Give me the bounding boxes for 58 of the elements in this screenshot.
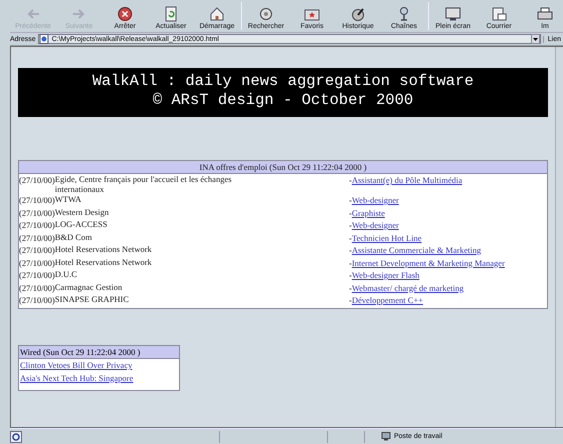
job-link[interactable]: Internet Development & Marketing Manager [352, 258, 505, 268]
bullet-dash: - [349, 220, 352, 230]
company-name: SINAPSE GRAPHIC [54, 294, 130, 306]
date-text: (27/10/00) [19, 232, 55, 244]
banner-text: © ARsT design - October 2000 [152, 91, 414, 110]
company-name: Western Design [54, 206, 110, 219]
date-text: (27/10/00) [19, 219, 55, 232]
bullet-dash: - [349, 175, 352, 185]
date-text: (27/10/00) [19, 174, 55, 187]
company-name: Hotel Reservations Network [54, 256, 153, 268]
search-icon [258, 6, 274, 22]
sundial-icon [350, 6, 366, 22]
date-text: (27/10/00) [19, 206, 55, 219]
company-name: D.U.C [54, 269, 78, 281]
date-text: (27/10/00) [19, 269, 55, 282]
bullet-dash: - [349, 232, 352, 242]
job-link[interactable]: Assistant(e) du Pôle Multimédia [352, 175, 462, 185]
bullet-dash: - [349, 295, 352, 305]
scrollbar[interactable] [555, 47, 563, 427]
company-name: LOG-ACCESS [54, 219, 108, 231]
date-text: (27/10/00) [19, 294, 55, 306]
news-link[interactable]: Asia's Next Tech Hub: Singapore [19, 372, 179, 384]
page-refresh-icon [163, 6, 179, 22]
company-name: Carmagnac Gestion [54, 282, 124, 294]
bullet-dash: - [349, 282, 352, 292]
bullet-dash: - [349, 245, 352, 255]
company-name: Egide, Centre français pour l'accueil et les échanges internationaux [54, 174, 233, 194]
bullet-dash: - [349, 208, 352, 218]
bullet-dash: - [349, 270, 352, 280]
company-name: WTWA [54, 194, 82, 206]
bullet-dash: - [349, 195, 352, 205]
table-header: INA offres d'emploi (Sun Oct 29 11:22:04 2000 ) [19, 161, 547, 174]
page-icon [38, 34, 49, 44]
job-link[interactable]: Webmaster/ chargé de marketing [352, 282, 464, 292]
date-text: (27/10/00) [19, 244, 55, 256]
browser-icon [10, 430, 22, 442]
printer-icon [537, 6, 553, 22]
monitor-icon [445, 6, 461, 22]
company-name: B&D Com [54, 232, 93, 244]
job-link[interactable]: Web-designer Flash [352, 270, 420, 280]
news-box-header: Wired (Sun Oct 29 11:22:04 2000 ) [19, 346, 179, 359]
banner-text: WalkAll : daily news aggregation software [91, 72, 475, 91]
job-link[interactable]: Assistante Commerciale & Marketing [352, 245, 481, 255]
computer-icon [381, 432, 391, 441]
job-link[interactable]: Développement C++ [352, 295, 424, 305]
envelope-icon [491, 6, 507, 22]
job-link[interactable]: Web-designer [352, 220, 399, 230]
company-name: Hotel Reservations Network [54, 244, 153, 256]
job-link[interactable]: Web-designer [352, 195, 399, 205]
job-link[interactable]: Graphiste [352, 208, 385, 218]
date-text: (27/10/00) [19, 282, 55, 294]
date-text: (27/10/00) [19, 256, 55, 269]
job-link[interactable]: Technicien Hot Line [352, 232, 422, 242]
bullet-dash: - [349, 258, 352, 268]
news-link[interactable]: Clinton Vetoes Bill Over Privacy [19, 359, 179, 372]
stop-icon [117, 6, 133, 22]
home-icon [209, 6, 225, 22]
date-text: (27/10/00) [19, 194, 55, 206]
